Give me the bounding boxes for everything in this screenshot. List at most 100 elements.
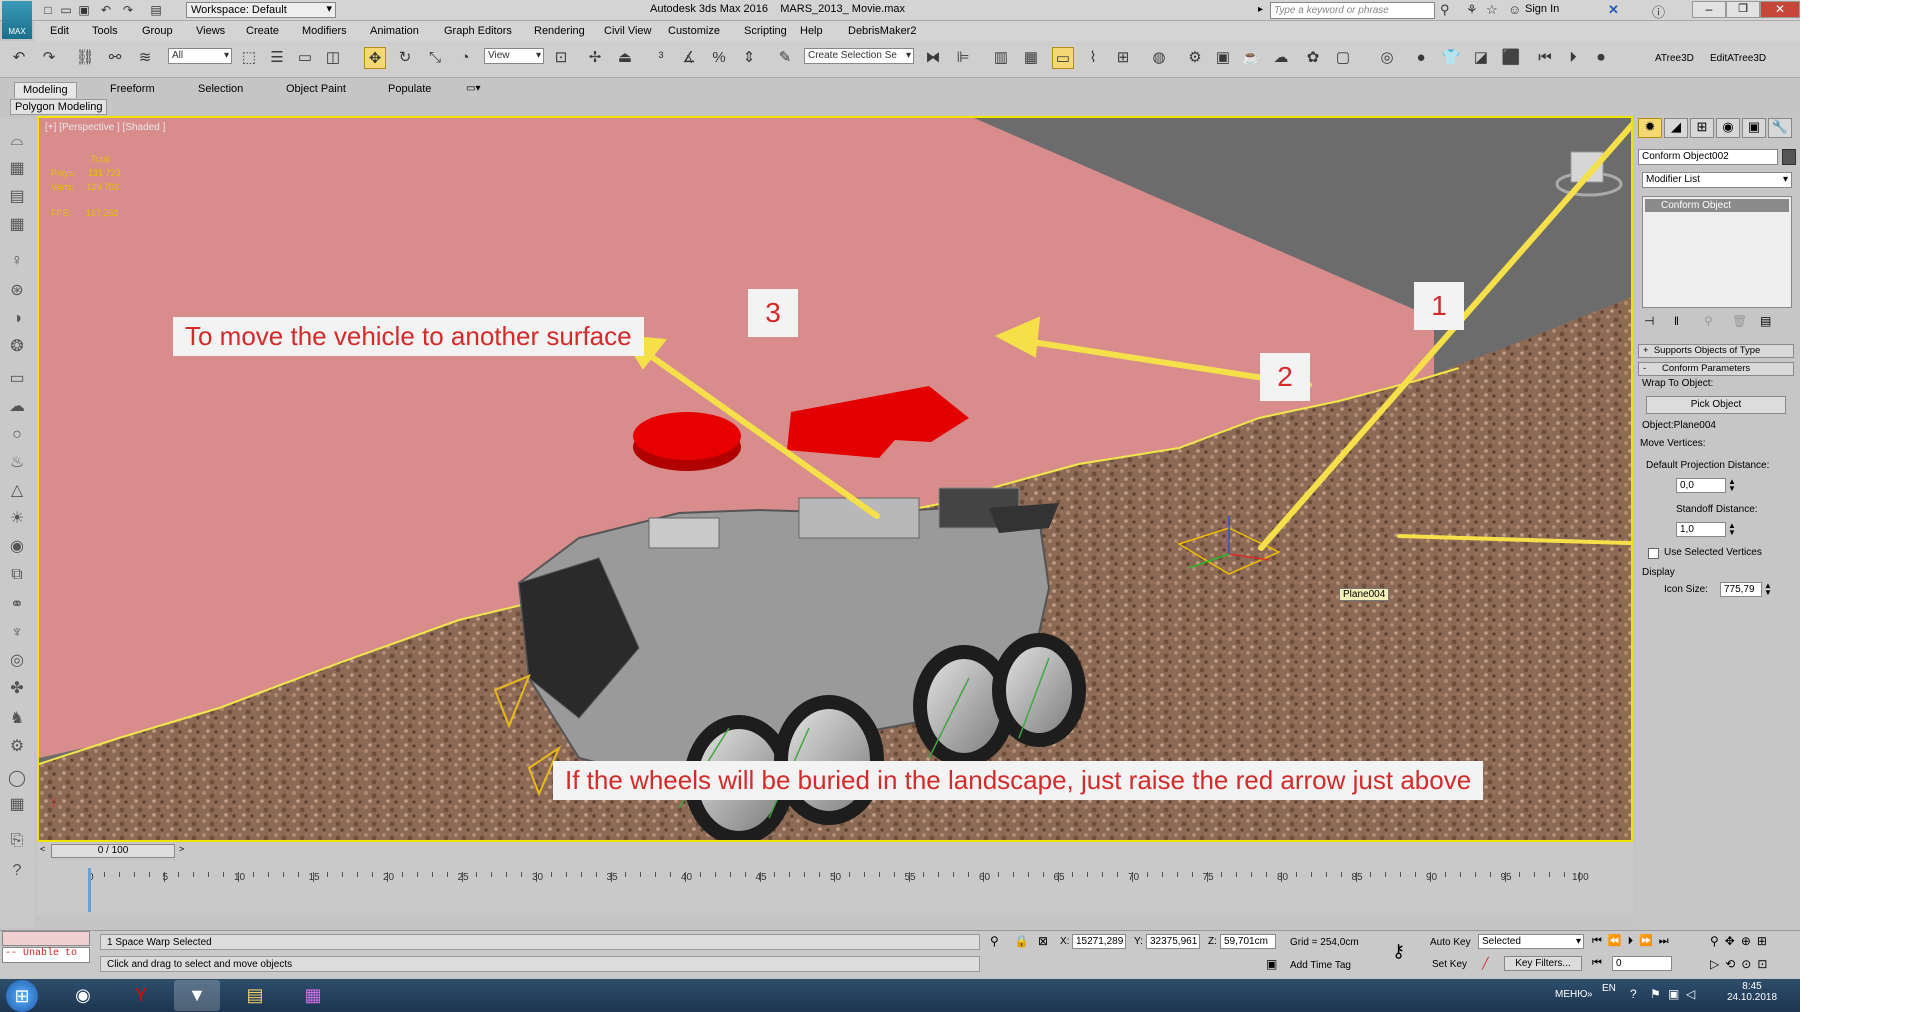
ribbon-tab-freeform[interactable]: Freeform: [102, 82, 163, 98]
render-icon[interactable]: ❂: [5, 336, 29, 358]
menu-group[interactable]: Group: [142, 25, 173, 37]
angle-snap-icon[interactable]: ∡: [678, 47, 700, 69]
project-folder-icon[interactable]: ▤: [148, 2, 164, 18]
curve-editor-icon[interactable]: ⌇: [1082, 47, 1104, 69]
auto-key-button[interactable]: Auto Key: [1430, 937, 1471, 948]
display-tab-icon[interactable]: ▣: [1742, 118, 1766, 138]
toggle-ribbon-icon[interactable]: ▭: [1052, 47, 1074, 69]
cloud-icon[interactable]: ☁: [5, 396, 29, 418]
help-tray-icon[interactable]: ?: [1630, 987, 1637, 1001]
subscription-icon[interactable]: ⚘: [1466, 2, 1478, 18]
spinner-arrows-icon[interactable]: ▲ ▼: [1764, 582, 1772, 597]
ribbon-options-icon[interactable]: ▭▾: [466, 83, 480, 94]
menu-animation[interactable]: Animation: [370, 25, 419, 37]
app-logo[interactable]: MAX: [2, 1, 32, 39]
modify-tab-icon[interactable]: ◢: [1664, 118, 1688, 138]
atree3d-button[interactable]: ATree3D: [1655, 53, 1694, 64]
render-shortcut-icon[interactable]: ▢: [1332, 47, 1354, 69]
time-slider-thumb[interactable]: 0 / 100: [51, 844, 175, 858]
close-button[interactable]: ✕: [1760, 1, 1800, 18]
chrome-icon[interactable]: ◉: [60, 980, 106, 1011]
menu-graph-editors[interactable]: Graph Editors: [444, 25, 512, 37]
language-indicator[interactable]: EN: [1602, 983, 1616, 994]
3dsmax-taskbar-icon[interactable]: ▼: [174, 980, 220, 1011]
file-explorer-icon[interactable]: ▤: [232, 980, 278, 1011]
ribbon-tab-modeling[interactable]: Modeling: [14, 82, 77, 98]
menu-modifiers[interactable]: Modifiers: [302, 25, 347, 37]
ribbon-tab-object-paint[interactable]: Object Paint: [278, 82, 354, 98]
workspace-dropdown[interactable]: Workspace: Default ▾: [186, 2, 336, 18]
modifier-list-dropdown[interactable]: Modifier List ▾: [1642, 172, 1792, 188]
ribbon-tab-populate[interactable]: Populate: [380, 82, 439, 98]
goat-icon[interactable]: ♞: [5, 708, 29, 730]
menu-customize[interactable]: Customize: [668, 25, 720, 37]
default-projection-spinner[interactable]: 0,0: [1676, 478, 1726, 493]
sphere-icon[interactable]: ○: [5, 424, 29, 446]
flag-tray-icon[interactable]: ▣: [1668, 987, 1679, 1001]
scene-explorer-icon[interactable]: ▦: [5, 158, 29, 180]
sign-in-button[interactable]: Sign In: [1525, 3, 1559, 15]
spinner-arrows-icon[interactable]: ▲ ▼: [1728, 522, 1736, 537]
time-next-arrow-icon[interactable]: >: [179, 844, 189, 857]
select-and-link-icon[interactable]: ⛓: [74, 47, 96, 69]
spinner-snap-icon[interactable]: ⇕: [738, 47, 760, 69]
default-in-out-tangent-icon[interactable]: ╱: [1482, 957, 1489, 970]
network-tray-icon[interactable]: ⚑: [1650, 987, 1661, 1001]
render-setup-icon[interactable]: ⚙: [1184, 47, 1206, 69]
bind-space-warp-icon[interactable]: ≋: [134, 47, 156, 69]
menu-create[interactable]: Create: [246, 25, 279, 37]
ribbon-panel-label[interactable]: Polygon Modeling: [10, 99, 108, 115]
align-icon[interactable]: ⊫: [952, 47, 974, 69]
menu-rendering[interactable]: Rendering: [534, 25, 585, 37]
track-bar[interactable]: 0510152025303540455055606570758085909510…: [37, 860, 1633, 915]
set-key-icon[interactable]: ⚷: [1392, 941, 1405, 962]
binoculars-icon[interactable]: ⚲: [1440, 2, 1450, 18]
winrar-icon[interactable]: ▦: [290, 980, 336, 1011]
render-iterative-icon[interactable]: ✿: [1302, 47, 1324, 69]
menu-scripting[interactable]: Scripting: [744, 25, 787, 37]
grid-icon[interactable]: ▦: [5, 214, 29, 236]
reference-coord-dropdown[interactable]: View ▾: [484, 48, 544, 64]
add-time-tag-button[interactable]: Add Time Tag: [1290, 960, 1351, 971]
favorites-star-icon[interactable]: ☆: [1486, 2, 1498, 18]
icon-size-spinner[interactable]: 775,79: [1720, 582, 1762, 597]
configure-modifier-sets-icon[interactable]: ▤: [1760, 314, 1771, 328]
render-cloud-icon[interactable]: ☁: [1270, 47, 1292, 69]
playback-controls[interactable]: ⏮⏪⏵⏩⏭: [1592, 934, 1675, 948]
hierarchy-tab-icon[interactable]: ⊞: [1690, 118, 1714, 138]
pick-object-button[interactable]: Pick Object: [1646, 396, 1786, 414]
rectangular-selection-icon[interactable]: ▭: [294, 47, 316, 69]
search-input[interactable]: Type a keyword or phrase: [1270, 2, 1435, 19]
plugin-tool-icon[interactable]: ⬛: [1500, 47, 1522, 69]
rendered-frame-icon[interactable]: ▣: [1212, 47, 1234, 69]
undo-icon[interactable]: ↶: [98, 2, 114, 18]
ribbon-tab-selection[interactable]: Selection: [190, 82, 251, 98]
help-icon[interactable]: ⓘ: [1652, 2, 1665, 21]
render-production-icon[interactable]: ☕: [1240, 47, 1262, 69]
menu-tools[interactable]: Tools: [92, 25, 118, 37]
pivot-center-icon[interactable]: ⊡: [550, 47, 572, 69]
maxscript-listener[interactable]: -- Unable to: [2, 947, 90, 963]
layer-icon[interactable]: ▤: [5, 186, 29, 208]
anim-prev-icon[interactable]: ⏮: [1534, 47, 1556, 69]
select-by-name-icon[interactable]: ☰: [266, 47, 288, 69]
stack-item-conform-object[interactable]: Conform Object: [1645, 199, 1789, 212]
redo-icon[interactable]: ↷: [120, 2, 136, 18]
spray-icon[interactable]: ♆: [5, 622, 29, 644]
target-icon[interactable]: ◉: [5, 536, 29, 558]
y-coord-field[interactable]: 32375,961: [1146, 934, 1200, 949]
light-bulb-icon[interactable]: ♀: [5, 250, 29, 272]
speaker-icon[interactable]: ◑: [5, 308, 29, 330]
standoff-distance-spinner[interactable]: 1,0: [1676, 522, 1726, 537]
help-circle-icon[interactable]: ?: [5, 860, 29, 882]
maximize-button[interactable]: ❐: [1726, 1, 1760, 18]
pin-stack-icon[interactable]: ⊣: [1644, 314, 1654, 328]
clock[interactable]: 8:45 24.10.2018: [1722, 981, 1782, 1003]
schematic-view-icon[interactable]: ⊞: [1112, 47, 1134, 69]
search-arrow-icon[interactable]: ▸: [1258, 4, 1263, 15]
set-key-button[interactable]: Set Key: [1432, 959, 1467, 970]
selection-filter-dropdown[interactable]: All ▾: [168, 48, 232, 64]
layer-explorer-icon[interactable]: ▥: [990, 47, 1012, 69]
red-disk-gizmo[interactable]: [633, 412, 741, 460]
open-file-icon[interactable]: ▭: [58, 2, 74, 18]
